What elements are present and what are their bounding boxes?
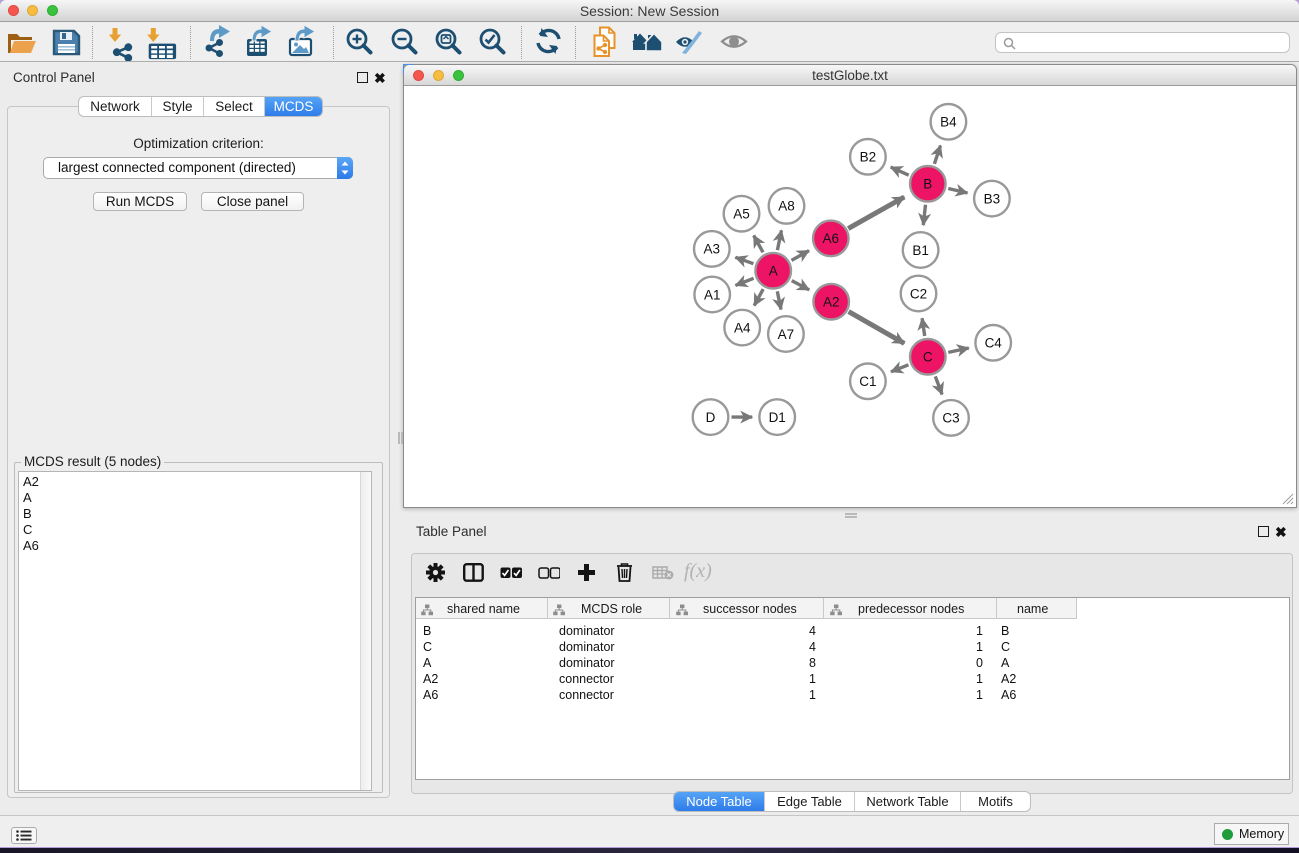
svg-text:C4: C4 [985, 336, 1003, 351]
svg-text:D: D [706, 410, 716, 425]
svg-text:A4: A4 [734, 320, 751, 335]
svg-text:A5: A5 [733, 207, 750, 222]
svg-text:A6: A6 [823, 231, 840, 246]
svg-text:A: A [769, 264, 778, 279]
svg-text:A1: A1 [704, 287, 721, 302]
svg-text:D1: D1 [769, 410, 786, 425]
svg-text:C: C [923, 350, 933, 365]
svg-text:A8: A8 [778, 199, 795, 214]
svg-text:C3: C3 [942, 411, 959, 426]
svg-text:B1: B1 [912, 243, 929, 258]
svg-text:C2: C2 [910, 286, 927, 301]
svg-text:B2: B2 [860, 150, 877, 165]
svg-text:B3: B3 [984, 191, 1001, 206]
svg-text:B: B [923, 177, 932, 192]
svg-text:A3: A3 [704, 242, 721, 257]
svg-text:A2: A2 [823, 295, 840, 310]
svg-text:C1: C1 [859, 374, 876, 389]
svg-text:A7: A7 [778, 327, 795, 342]
svg-text:B4: B4 [940, 115, 957, 130]
